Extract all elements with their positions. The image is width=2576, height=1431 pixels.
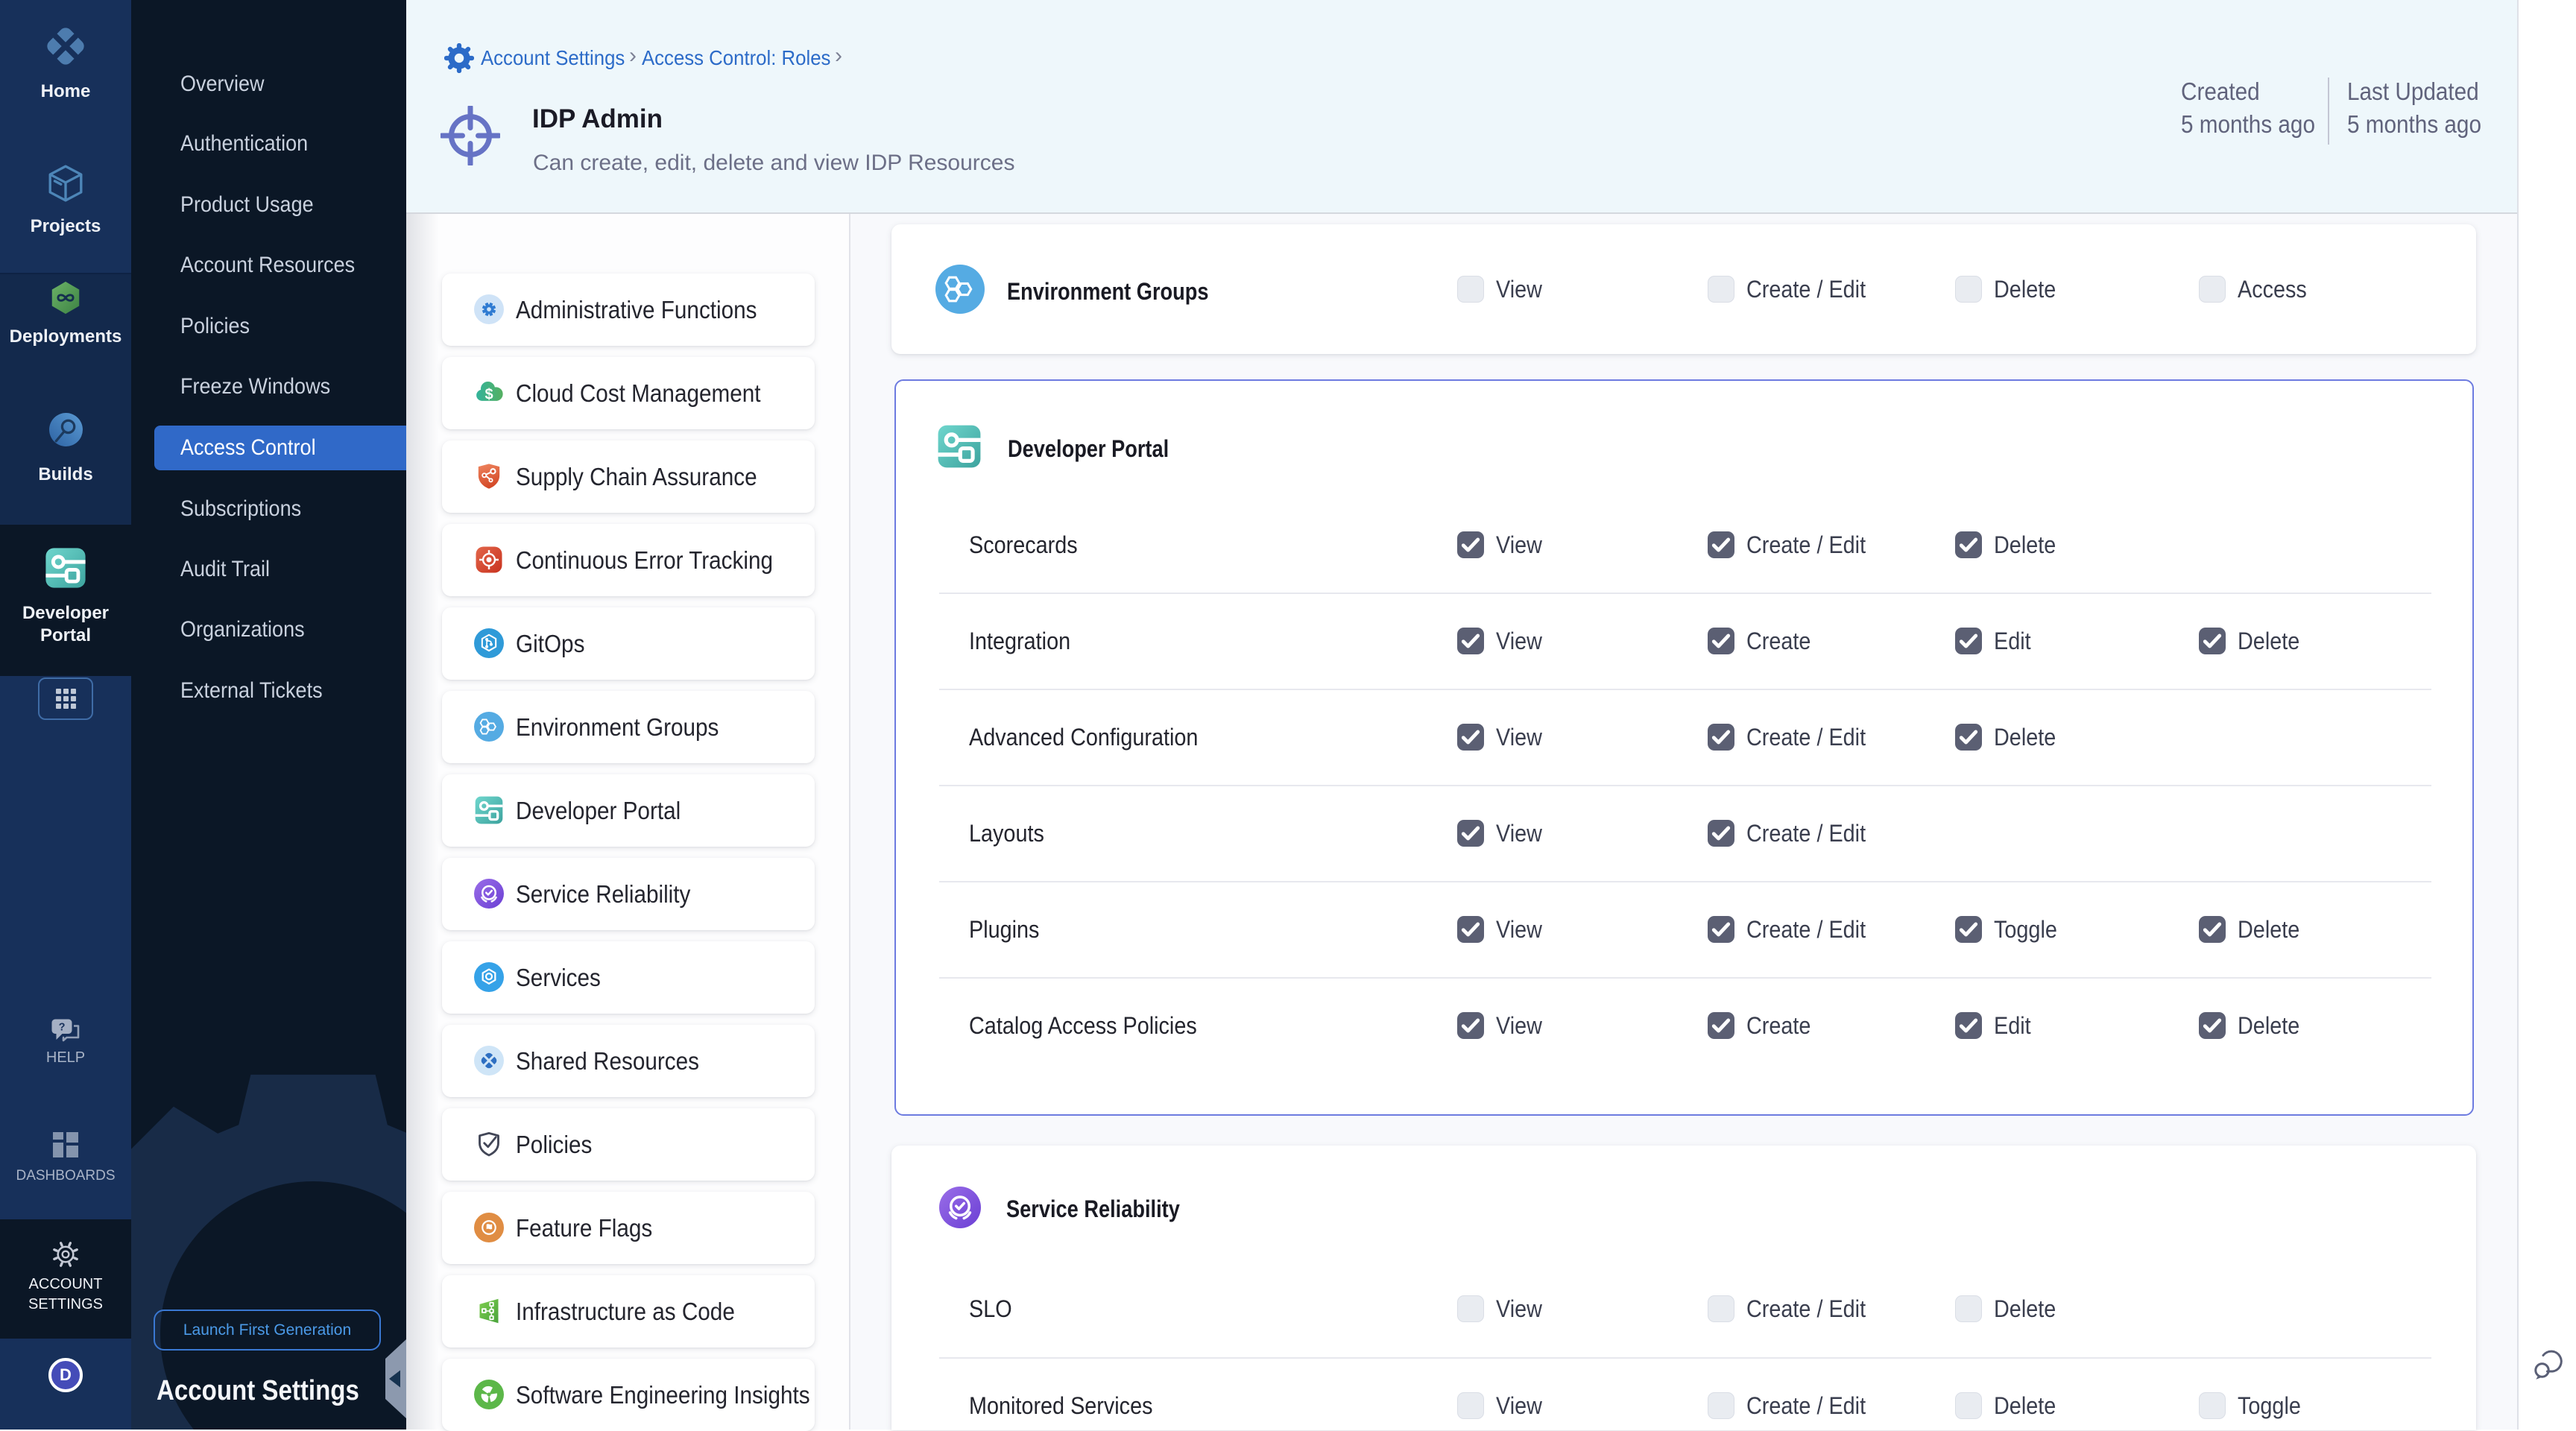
- svg-text:?: ?: [59, 1022, 66, 1034]
- svg-text:$: $: [484, 386, 493, 402]
